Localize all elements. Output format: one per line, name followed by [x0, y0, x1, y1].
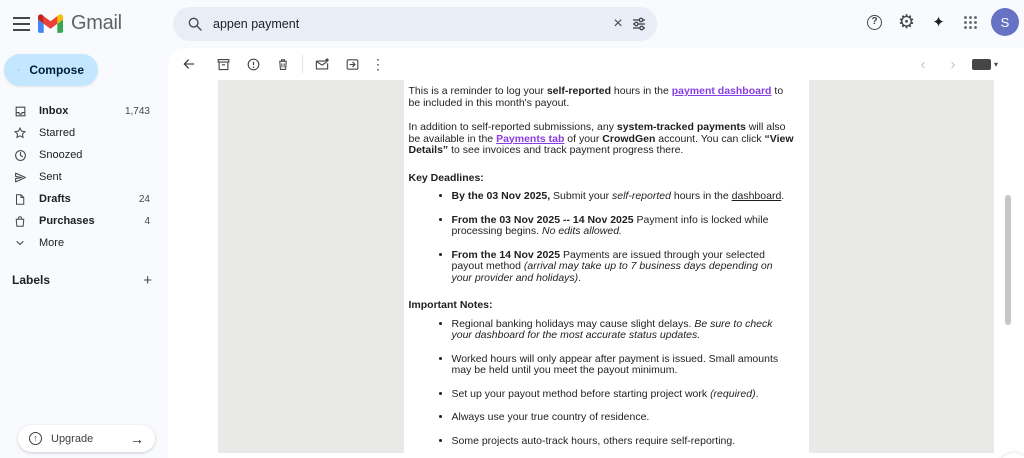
draft-icon — [10, 193, 30, 206]
archive-button[interactable] — [210, 51, 236, 77]
list-item: Some projects auto-track hours, others r… — [452, 435, 795, 448]
report-spam-button[interactable] — [240, 51, 266, 77]
clear-search-icon[interactable]: × — [605, 15, 631, 33]
sidebar-item-purchases[interactable]: Purchases 4 — [0, 210, 168, 232]
notes-list: Regional banking holidays may cause slig… — [409, 318, 795, 448]
newer-email-icon[interactable]: ‹ — [912, 56, 934, 73]
sidebar-item-drafts[interactable]: Drafts 24 — [0, 188, 168, 210]
send-icon — [10, 171, 30, 184]
sidebar-item-snoozed[interactable]: Snoozed — [0, 144, 168, 166]
upgrade-label: Upgrade — [51, 432, 94, 445]
purchases-icon — [10, 215, 30, 228]
drafts-count: 24 — [138, 193, 150, 205]
notes-heading: Important Notes: — [408, 299, 493, 311]
labels-section-header: Labels + — [0, 268, 168, 292]
list-item: Set up your payout method before startin… — [452, 388, 795, 401]
keyboard-icon — [971, 58, 991, 70]
help-icon: ? — [867, 14, 882, 30]
list-item: Always use your true country of residenc… — [452, 411, 795, 424]
inbox-count: 1,743 — [124, 105, 150, 117]
purchases-count: 4 — [144, 215, 150, 227]
sidebar-item-inbox[interactable]: Inbox 1,743 — [0, 100, 168, 122]
chevron-down-icon — [10, 237, 30, 249]
caret-down-icon: ▾ — [993, 59, 998, 69]
email-paragraph: This is a reminder to log your self-repo… — [408, 85, 784, 109]
deadlines-heading: Key Deadlines: — [408, 171, 484, 184]
list-item: From the 03 Nov 2025 -- 14 Nov 2025 Paym… — [452, 214, 795, 238]
pencil-icon — [18, 69, 20, 71]
apps-grid-icon — [964, 15, 977, 29]
email-body: This is a reminder to log your self-repo… — [403, 80, 809, 453]
delete-button[interactable] — [270, 51, 296, 77]
search-icon[interactable] — [187, 16, 203, 32]
email-link[interactable]: payment dashboard — [672, 85, 772, 97]
apps-grid-button[interactable] — [957, 9, 984, 36]
side-panel-collapse-button[interactable]: ‹ — [998, 453, 1024, 458]
search-options-icon[interactable] — [631, 16, 647, 32]
input-tools-button[interactable]: ▾ — [971, 58, 998, 70]
labels-title: Labels — [12, 273, 51, 287]
back-button[interactable] — [176, 51, 202, 77]
email-viewport[interactable]: This is a reminder to log your self-repo… — [168, 80, 1024, 458]
more-options-icon[interactable]: ⋮ — [365, 51, 391, 77]
hamburger-menu-icon[interactable] — [10, 12, 36, 36]
account-avatar[interactable]: S — [991, 8, 1019, 36]
move-to-button[interactable] — [339, 51, 365, 77]
email-toolbar: ⋮ ‹ › ▾ — [168, 48, 1024, 80]
main-pane: ⋮ ‹ › ▾ This is a reminder to log your s… — [168, 48, 1024, 458]
sidebar-item-starred[interactable]: Starred — [0, 122, 168, 144]
compose-label: Compose — [29, 63, 84, 77]
gemini-button[interactable]: ✦ — [925, 9, 952, 36]
upgrade-icon: ↑ — [29, 432, 42, 445]
search-bar[interactable]: × — [173, 7, 657, 41]
search-input[interactable] — [213, 17, 605, 31]
create-label-icon[interactable]: + — [143, 272, 152, 289]
gmail-header: Gmail × ? ⚙ ✦ — [0, 0, 1024, 48]
clock-icon — [10, 149, 30, 162]
sidebar-item-sent[interactable]: Sent — [0, 166, 168, 188]
mark-unread-button[interactable] — [309, 51, 335, 77]
gmail-m-icon — [38, 14, 63, 33]
gmail-wordmark: Gmail — [71, 12, 122, 34]
help-button[interactable]: ? — [861, 9, 888, 36]
upgrade-button[interactable]: ↑ Upgrade → — [18, 425, 155, 452]
list-item: From the 14 Nov 2025 Payments are issued… — [452, 249, 795, 285]
sidebar-item-more[interactable]: More — [0, 232, 168, 254]
list-item: Worked hours will only appear after paym… — [452, 353, 795, 377]
email-background: This is a reminder to log your self-repo… — [218, 80, 994, 453]
settings-button[interactable]: ⚙ — [893, 9, 920, 36]
sidebar-nav: Inbox 1,743 Starred Snoozed Sent Drafts … — [0, 100, 168, 254]
gemini-star-icon: ✦ — [932, 14, 945, 31]
inbox-icon — [10, 105, 30, 118]
list-item: Regional banking holidays may cause slig… — [452, 318, 795, 342]
sidebar: Compose Inbox 1,743 Starred Snoozed Sent… — [0, 48, 168, 458]
gear-icon: ⚙ — [897, 11, 916, 33]
compose-button[interactable]: Compose — [4, 54, 98, 86]
arrow-right-icon: → — [130, 430, 144, 447]
list-item: By the 03 Nov 2025, Submit your self-rep… — [452, 190, 795, 203]
scrollbar[interactable] — [1005, 195, 1011, 325]
gmail-logo: Gmail — [38, 12, 122, 35]
email-paragraph: In addition to self-reported submissions… — [408, 121, 794, 156]
email-link[interactable]: Payments tab — [496, 133, 564, 145]
star-icon — [10, 126, 30, 140]
toolbar-divider — [302, 55, 303, 73]
deadlines-list: By the 03 Nov 2025, Submit your self-rep… — [409, 190, 795, 285]
older-email-icon[interactable]: › — [942, 56, 964, 73]
